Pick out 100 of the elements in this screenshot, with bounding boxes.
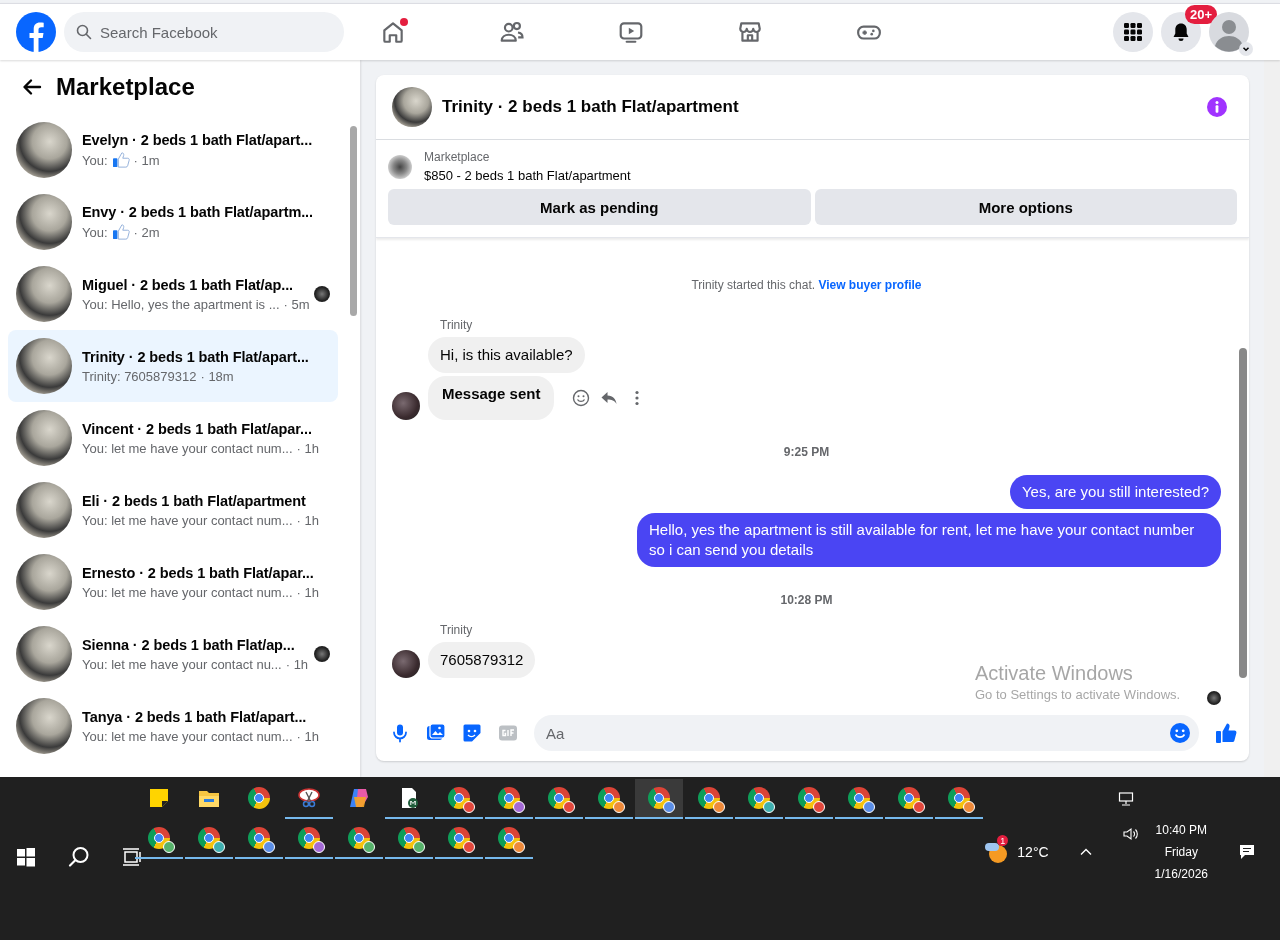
listing-title: $850 - 2 beds 1 bath Flat/apartment [424,168,631,183]
conversation-title: Evelyn · 2 beds 1 bath Flat/apart... [82,132,314,148]
video-icon [617,19,644,45]
conversation-item[interactable]: Vincent · 2 beds 1 bath Flat/apar... You: let me have your contact num... · 1h [8,402,338,474]
clock[interactable]: 10:40 PM Friday 1/16/2026 [1154,823,1208,881]
sender-name: Trinity [440,318,474,332]
message-preview: You: let me have your contact num... [82,728,293,744]
listing-photo [16,626,72,682]
thumbs-up-icon[interactable] [1215,722,1237,744]
logo-icon[interactable] [16,12,56,52]
emoji-icon[interactable] [1169,722,1191,744]
taskbar-app[interactable] [635,779,683,819]
message-time: · 1h [285,656,309,672]
weather-alert-count: 1 [997,835,1009,846]
message-time: · 1h [296,512,319,528]
conversation-title: Vincent · 2 beds 1 bath Flat/apar... [82,420,313,437]
back-arrow-icon[interactable] [22,77,42,97]
sticker-icon[interactable] [462,723,482,743]
notification-center-icon[interactable] [1238,843,1256,861]
conversation-item[interactable]: Evelyn · 2 beds 1 bath Flat/apart... You: · 1m [8,114,338,186]
conversation-title: Miguel · 2 beds 1 bath Flat/ap... [82,276,294,293]
grid-icon [1123,22,1143,42]
notification-count: 20+ [1185,5,1218,24]
timestamp: 10:28 PM [779,593,834,607]
search-icon[interactable] [68,846,90,868]
message-preview: You: let me have your contact num... [82,440,293,456]
people-icon [498,19,525,45]
image-icon[interactable] [426,723,446,743]
action-button[interactable]: More options [814,189,1237,225]
listing-photo [16,482,72,538]
sent-message: Yes, are you still interested? [1009,475,1221,509]
sender-avatar [392,650,420,678]
temperature: 12°C [1017,844,1049,860]
scrollbar[interactable] [346,60,360,777]
network-icon[interactable] [1118,791,1134,807]
message-preview: You: [82,152,108,168]
conversation-title: Trinity · 2 beds 1 bath Flat/apart... [82,348,310,365]
scissors-icon [298,787,320,809]
activation-notice-text: Go to Settings to activate Windows. [975,687,1181,702]
listing-photo [16,122,72,178]
message-time: · 5m [283,296,310,312]
message-time: · 1h [296,440,319,456]
sender-name: Trinity [440,623,474,637]
message-preview: You: let me have your contact num... [82,512,293,528]
chevron-down-icon [1239,42,1253,56]
emoji-icon[interactable] [572,389,591,407]
conversation-item[interactable]: Envy · 2 beds 1 bath Flat/apartm... You: · 2m [8,186,338,258]
notification-dot [400,18,408,26]
timestamp: 9:25 PM [782,445,831,459]
conversation-item[interactable]: Trinity · 2 beds 1 bath Flat/apart... Trinity: 7605879312 · 18m [8,330,338,402]
received-message: Message sent [428,376,555,420]
listing-photo [392,87,432,127]
listing-photo [16,338,72,394]
listing-label: Marketplace [424,150,491,164]
listing-photo [16,698,72,754]
action-button[interactable]: Mark as pending [388,189,811,225]
conversation-title: Eli · 2 beds 1 bath Flat/apartment [82,492,307,509]
search-field[interactable]: Search Facebook [64,12,344,52]
message-preview: You: let me have your contact num... [82,584,293,600]
chat-notice: Trinity started this chat. View buyer profile [690,278,923,292]
conversation-item[interactable]: Sienna · 2 beds 1 bath Flat/ap... You: let me have your contact nu... · 1h [8,618,338,690]
conversation-item[interactable]: Eli · 2 beds 1 bath Flat/apartment You: let me have your contact num... · 1h [8,474,338,546]
ribbon-logo-icon [348,787,370,809]
conversation-title: Sienna · 2 beds 1 bath Flat/ap... [82,636,296,653]
menu-button[interactable] [1113,12,1153,52]
speaker-icon[interactable] [1122,826,1139,842]
message-time: · 1m [133,152,160,168]
conversation-title: Tanya · 2 beds 1 bath Flat/apart... [82,708,308,725]
message-preview: You: let me have your contact nu... [82,656,282,672]
conversation-item[interactable]: Tanya · 2 beds 1 bath Flat/apart... You: let me have your contact num... · 1h [8,690,338,762]
shop-icon [736,19,763,45]
message-time: · 2m [133,224,160,240]
info-icon[interactable] [1207,97,1227,117]
scrollbar[interactable] [1264,60,1280,777]
message-preview: Trinity: 7605879312 [82,368,197,384]
sender-avatar [392,392,420,420]
microphone-icon[interactable] [390,723,410,743]
received-message: Hi, is this available? [428,337,585,373]
message-input[interactable]: Aa [534,715,1199,751]
activation-notice-title: Activate Windows [975,662,1134,685]
sent-message: Hello, yes the apartment is still available for rent, let me have your contact number so i can send you details [637,513,1221,567]
page-title: Marketplace [56,73,195,101]
task-view-icon[interactable] [122,847,142,867]
conversation-item[interactable]: Ernesto · 2 beds 1 bath Flat/apar... You: let me have your contact num... · 1h [8,546,338,618]
received-message: 7605879312 [428,642,536,678]
clock-date: 1/16/2026 [1154,867,1208,881]
listing-photo [16,410,72,466]
windows-start-icon[interactable] [16,847,36,867]
listing-photo [16,194,72,250]
browser-icon [248,787,270,809]
clock-time: 10:40 PM [1155,823,1207,837]
bell-icon [1171,22,1191,42]
view-profile-link[interactable]: View buyer profile [818,278,922,292]
conversation-item[interactable]: Miguel · 2 beds 1 bath Flat/ap... You: Hello, yes the apartment is ... · 5m [8,258,338,330]
message-preview: You: [82,224,108,240]
message-time: · 1h [296,728,319,744]
clock-day: Friday [1164,845,1198,859]
sticky-note-icon [148,787,170,809]
conversation-title: Ernesto · 2 beds 1 bath Flat/apar... [82,564,315,581]
listing-photo [388,154,412,179]
